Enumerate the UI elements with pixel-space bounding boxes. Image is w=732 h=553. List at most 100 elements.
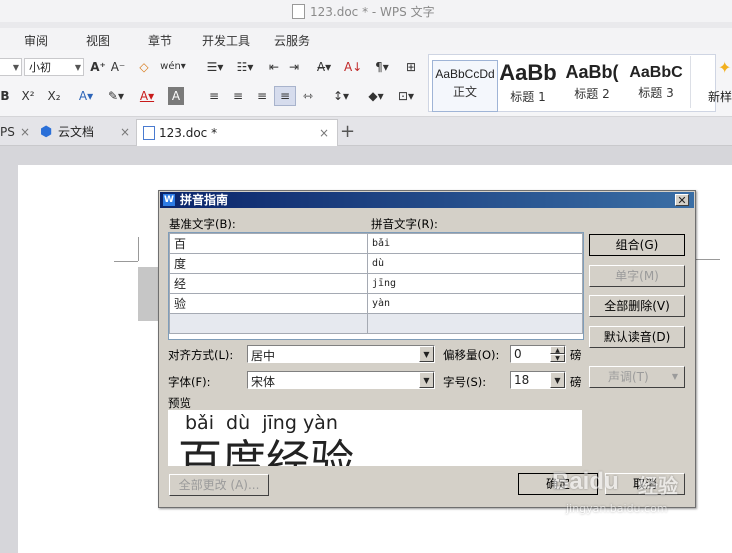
style-sample: AaBbC: [629, 64, 683, 81]
subscript-icon[interactable]: X₂: [46, 87, 62, 105]
base-cell[interactable]: 验: [169, 293, 368, 314]
size-label: 字号(S):: [443, 375, 487, 389]
tab-review[interactable]: 审阅: [24, 32, 48, 49]
default-reading-button[interactable]: 默认读音(D): [589, 326, 685, 348]
highlight-icon[interactable]: ✎▾: [104, 87, 128, 105]
style-heading-2[interactable]: AaBb( 标题 2: [562, 60, 622, 110]
pinyin-guide-dialog: W 拼音指南 ✕ 基准文字(B): 拼音文字(R): 百 bǎi 度 dù 经 …: [158, 190, 696, 508]
close-icon[interactable]: ✕: [675, 194, 689, 206]
char-shading-icon[interactable]: A: [168, 87, 184, 105]
chevron-down-icon[interactable]: ▼: [550, 372, 565, 388]
close-icon[interactable]: ×: [319, 122, 329, 144]
gallery-scroll[interactable]: [690, 56, 709, 108]
base-cell[interactable]: 度: [169, 253, 368, 274]
title-bar: 123.doc * - WPS 文字: [0, 0, 732, 22]
align-center-icon[interactable]: ≡: [230, 87, 246, 105]
decrease-indent-icon[interactable]: ⇤: [266, 58, 282, 76]
pinyin-cell[interactable]: jīng: [367, 273, 583, 294]
document-tab-bar: PS × ⬢ 云文档 × 123.doc * × +: [0, 117, 732, 147]
sort-icon[interactable]: A↓: [344, 58, 362, 76]
font-select[interactable]: 宋体 ▼: [247, 371, 435, 389]
table-row: 验 yàn: [169, 293, 583, 314]
margin-marker: [114, 261, 138, 262]
align-value: 居中: [251, 349, 276, 363]
menu-bar: 审阅 视图 章节 开发工具 云服务: [0, 28, 732, 50]
table-row: 度 dù: [169, 253, 583, 274]
single-char-button[interactable]: 单字(M): [589, 265, 685, 287]
style-heading-1[interactable]: AaBb 标题 1: [498, 60, 558, 110]
cloud-doc-icon: ⬢: [40, 124, 53, 140]
text-effects-icon[interactable]: A̶▾: [310, 58, 338, 76]
line-spacing-icon[interactable]: ↕▾: [328, 87, 354, 105]
change-all-button[interactable]: 全部更改 (A)...: [169, 474, 269, 496]
style-label: 正文: [452, 85, 477, 99]
chevron-down-icon[interactable]: ▼: [419, 346, 434, 362]
tone-button[interactable]: 声调(T) ▼: [589, 366, 685, 388]
style-normal[interactable]: AaBbCcDd 正文: [432, 60, 498, 112]
bold-partial-icon[interactable]: B: [0, 87, 12, 105]
tab-wps-home[interactable]: PS: [0, 120, 15, 144]
text-style-icon[interactable]: A▾: [74, 87, 98, 105]
tab-active-doc[interactable]: 123.doc * ×: [136, 119, 338, 147]
pinyin-cell[interactable]: dù: [367, 253, 583, 274]
base-cell[interactable]: 百: [169, 233, 368, 254]
clear-format-icon[interactable]: ◇: [136, 58, 152, 76]
table-grid-icon[interactable]: ⊞: [402, 58, 420, 76]
tab-developer[interactable]: 开发工具: [202, 32, 250, 49]
align-left-icon[interactable]: ≡: [206, 87, 222, 105]
pinyin-guide-icon[interactable]: wén▾: [160, 58, 186, 76]
tab-cloud-docs[interactable]: 云文档: [58, 120, 94, 144]
pinyin-cell[interactable]: [367, 313, 583, 334]
dialog-title: 拼音指南: [180, 193, 229, 207]
border-icon[interactable]: ⊡▾: [394, 87, 418, 105]
justify-icon[interactable]: ≡: [274, 86, 296, 106]
font-name-combo[interactable]: ▼: [0, 58, 22, 76]
align-select[interactable]: 居中 ▼: [247, 345, 435, 363]
pinyin-cell[interactable]: yàn: [367, 293, 583, 314]
fill-color-icon[interactable]: ◆▾: [364, 87, 388, 105]
tab-section[interactable]: 章节: [148, 32, 172, 49]
font-size-combo[interactable]: 小初 ▼: [24, 58, 84, 76]
window-title: 123.doc * - WPS 文字: [310, 5, 435, 19]
align-right-icon[interactable]: ≡: [254, 87, 270, 105]
numbered-list-icon[interactable]: ☷▾: [232, 58, 258, 76]
superscript-icon[interactable]: X²: [20, 87, 36, 105]
base-cell[interactable]: 经: [169, 273, 368, 294]
grow-font-icon[interactable]: A⁺: [90, 58, 106, 76]
chevron-down-icon[interactable]: ▼: [419, 372, 434, 388]
wps-logo-icon: W: [163, 194, 175, 206]
distribute-icon[interactable]: ⇿: [300, 87, 316, 105]
tab-view[interactable]: 视图: [86, 32, 110, 49]
style-sample: AaBb(: [565, 62, 619, 82]
pinyin-text-label: 拼音文字(R):: [371, 217, 438, 231]
size-value: 18: [514, 373, 530, 387]
bullet-list-icon[interactable]: ☰▾: [202, 58, 228, 76]
tone-button-label: 声调(T): [608, 370, 649, 384]
pinyin-cell[interactable]: bǎi: [367, 233, 583, 254]
spin-up-icon[interactable]: ▲: [550, 346, 565, 354]
combine-button[interactable]: 组合(G): [589, 234, 685, 256]
close-icon[interactable]: ×: [20, 120, 30, 144]
new-style-label[interactable]: 新样: [708, 88, 732, 105]
base-cell[interactable]: [169, 313, 368, 334]
font-color-icon[interactable]: A▾: [136, 87, 158, 105]
new-tab-plus-icon[interactable]: +: [340, 120, 355, 144]
offset-value: 0: [514, 347, 522, 361]
spin-down-icon[interactable]: ▼: [550, 354, 565, 362]
baidu-watermark: Baidu 经验 jingyan.baidu.com: [552, 468, 702, 528]
preview-box: bǎi dù jīng yàn 百度经验: [168, 410, 582, 466]
tab-cloud-service[interactable]: 云服务: [274, 32, 310, 49]
increase-indent-icon[interactable]: ⇥: [286, 58, 302, 76]
paragraph-mark-icon[interactable]: ¶▾: [372, 58, 392, 76]
margin-marker: [138, 237, 139, 261]
align-label: 对齐方式(L):: [168, 348, 234, 362]
document-icon: [143, 126, 155, 140]
style-heading-3[interactable]: AaBbC 标题 3: [626, 60, 686, 110]
shrink-font-icon[interactable]: A⁻: [110, 58, 126, 76]
offset-stepper[interactable]: 0 ▲ ▼: [510, 345, 566, 363]
new-style-icon[interactable]: ✦: [718, 58, 731, 77]
style-sample: AaBbCcDd: [435, 67, 495, 81]
delete-all-button[interactable]: 全部删除(V): [589, 295, 685, 317]
size-select[interactable]: 18 ▼: [510, 371, 566, 389]
close-icon[interactable]: ×: [120, 120, 130, 144]
